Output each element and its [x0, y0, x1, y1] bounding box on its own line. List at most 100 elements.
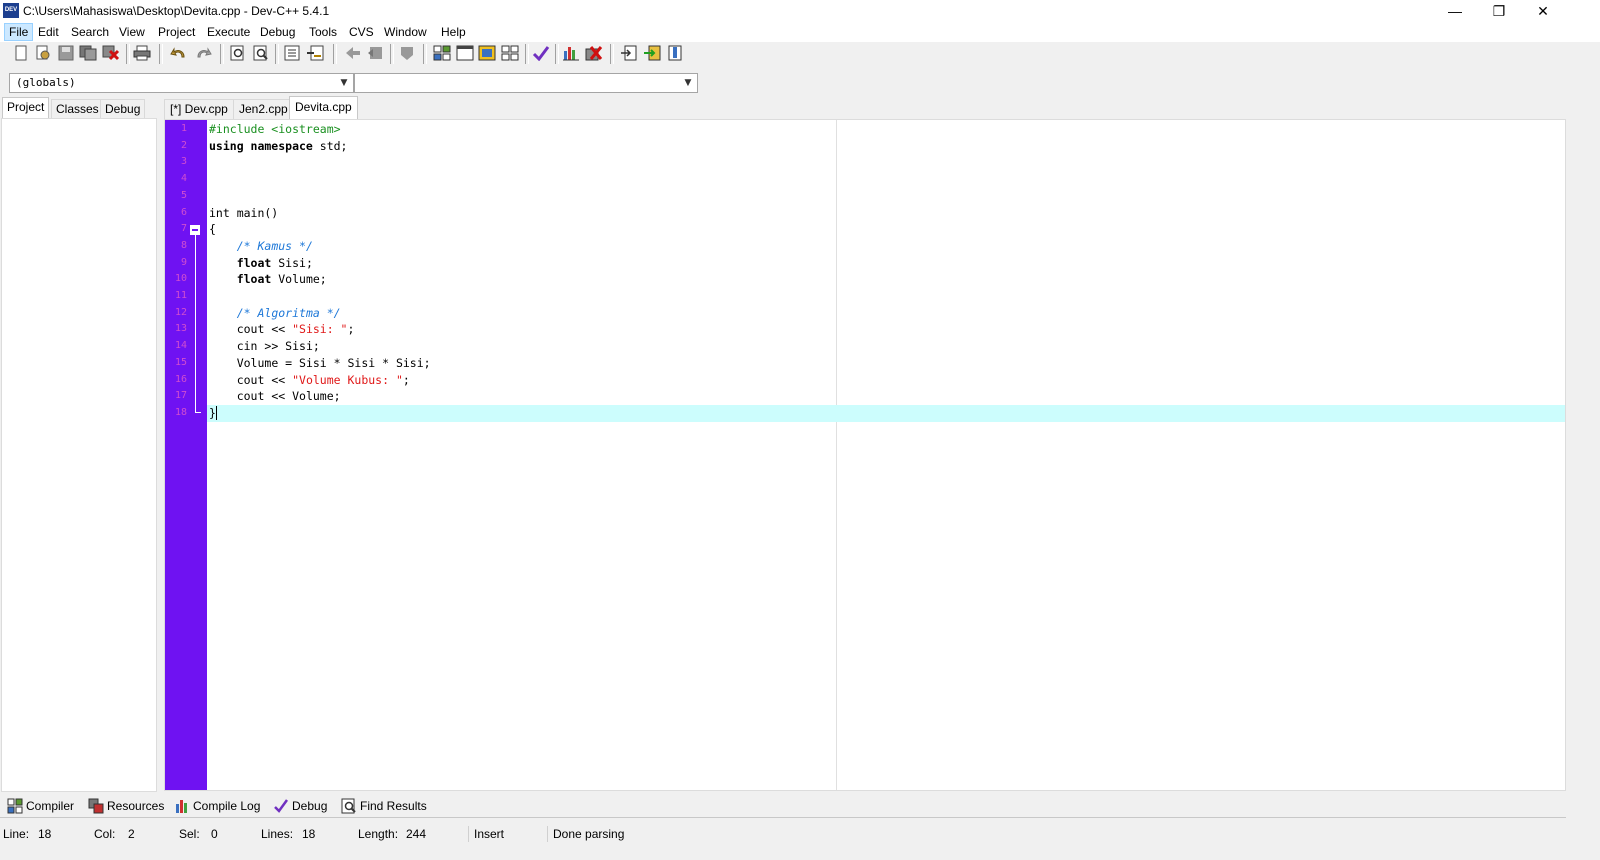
tab-compiler[interactable]: Compiler	[4, 795, 80, 817]
tab-devita-cpp[interactable]: Devita.cpp	[289, 96, 358, 119]
goto-icon[interactable]	[620, 45, 638, 61]
classes-icon[interactable]	[501, 45, 519, 61]
menu-project[interactable]: Project	[154, 24, 199, 40]
indent-icon[interactable]	[283, 45, 301, 61]
status-line-value: 18	[38, 827, 52, 841]
tab-project[interactable]: Project	[2, 97, 50, 119]
code-text: Sisi;	[271, 255, 313, 270]
menu-execute[interactable]: Execute	[203, 24, 254, 40]
grid-icon	[7, 798, 23, 814]
line-number: 1	[180, 123, 187, 134]
unindent-icon[interactable]	[306, 45, 324, 61]
print-icon[interactable]	[133, 45, 151, 61]
dev-cpp-app-icon: DEV	[3, 3, 19, 18]
tab-dev-cpp[interactable]: [*] Dev.cpp	[164, 99, 234, 119]
toolbar-separator	[220, 44, 224, 64]
code-text: cin >> Sisi;	[236, 339, 320, 354]
text-caret	[215, 406, 217, 421]
menu-file[interactable]: File	[4, 23, 34, 41]
replace-icon[interactable]	[252, 45, 270, 61]
menu-view[interactable]: View	[115, 24, 149, 40]
import-icon[interactable]	[643, 45, 661, 61]
close-window-button[interactable]: ✕	[1520, 0, 1566, 22]
status-col-label: Col:	[94, 827, 116, 841]
fold-line	[195, 235, 196, 412]
toolbar-separator	[390, 44, 394, 64]
code-editor[interactable]: 1 2 3 4 5 6 7 8 9 10 11 12 13 14 15 16 1…	[164, 119, 1566, 791]
new-project-icon[interactable]	[433, 45, 451, 61]
status-length-label: Length:	[358, 827, 399, 841]
open-icon[interactable]	[34, 45, 52, 61]
find-icon[interactable]	[229, 45, 247, 61]
status-mode: Insert	[474, 827, 505, 841]
tab-compile-log[interactable]: Compile Log	[171, 795, 266, 817]
redo-icon[interactable]	[194, 45, 212, 61]
chevron-down-icon[interactable]: ▼	[338, 74, 350, 92]
tab-classes[interactable]: Classes	[51, 99, 104, 118]
code-text: std;	[312, 138, 348, 153]
code-line: cout << "Volume Kubus: ";	[209, 372, 410, 389]
toolbar-separator	[126, 44, 130, 64]
tab-debug[interactable]: Debug	[100, 99, 146, 118]
menu-window[interactable]: Window	[380, 24, 431, 40]
undo-icon[interactable]	[170, 45, 188, 61]
chevron-down-icon[interactable]: ▼	[682, 74, 694, 92]
preprocessor-directive: #include <iostream>	[209, 122, 341, 136]
tab-jen2-cpp[interactable]: Jen2.cpp	[233, 99, 294, 119]
code-line: }	[209, 405, 217, 422]
tab-resources[interactable]: Resources	[85, 795, 170, 817]
toggle-icon	[401, 47, 413, 60]
main-toolbar	[0, 42, 1600, 68]
save-all-icon[interactable]	[79, 45, 97, 61]
line-number: 3	[180, 156, 187, 168]
line-number: 14	[174, 340, 187, 352]
menu-search[interactable]: Search	[67, 24, 113, 40]
code-text: Volume = Sisi * Sisi * Sisi;	[236, 355, 431, 370]
tab-debug-output-label: Debug	[292, 799, 328, 813]
code-text: }	[209, 405, 216, 420]
function-combo[interactable]: ▼	[354, 73, 698, 93]
code-text: cout <<	[236, 372, 293, 387]
code-line: cin >> Sisi;	[209, 338, 320, 355]
menu-cvs[interactable]: CVS	[345, 24, 378, 40]
minimize-button[interactable]: —	[1432, 0, 1478, 22]
check-icon	[274, 799, 289, 813]
find-icon	[341, 798, 356, 814]
bookmark-icon[interactable]	[666, 45, 684, 61]
window-icon[interactable]	[456, 45, 474, 61]
close-file-icon[interactable]	[102, 45, 120, 61]
menu-debug[interactable]: Debug	[256, 24, 299, 40]
back-icon	[346, 47, 360, 59]
code-text: int main()	[209, 205, 279, 220]
delete-icon[interactable]	[585, 45, 603, 61]
code-line: using namespace std;	[209, 138, 347, 155]
bottom-panel-splitter[interactable]	[0, 817, 1566, 823]
line-number: 15	[174, 356, 187, 368]
code-line: #include <iostream>	[209, 121, 341, 138]
menu-edit[interactable]: Edit	[34, 24, 63, 40]
menu-help[interactable]: Help	[437, 24, 470, 40]
insert-icon[interactable]	[478, 45, 496, 61]
code-line: int main()	[209, 205, 278, 222]
project-panel	[1, 118, 157, 792]
chart-icon[interactable]	[562, 45, 580, 61]
check-icon[interactable]	[532, 45, 550, 61]
menu-bar: File Edit Search View Project Execute De…	[0, 22, 1600, 42]
toolbar-separator	[525, 44, 529, 64]
save-icon[interactable]	[57, 45, 75, 61]
tab-debug-output[interactable]: Debug	[270, 795, 333, 817]
restore-button[interactable]: ❐	[1476, 0, 1522, 22]
scope-combo[interactable]: (globals) ▼	[9, 73, 354, 93]
toolbar-separator	[333, 44, 337, 64]
toolbar-separator	[159, 44, 163, 64]
string-literal: "Volume Kubus: "	[292, 372, 403, 387]
chart-icon	[176, 800, 187, 813]
tab-find-results[interactable]: Find Results	[338, 795, 433, 817]
status-message: Done parsing	[553, 827, 625, 841]
menu-tools[interactable]: Tools	[305, 24, 341, 40]
comment: /* Kamus */	[236, 238, 313, 253]
new-file-icon[interactable]	[12, 45, 30, 61]
code-line: float Sisi;	[209, 255, 313, 272]
fold-collapse-icon[interactable]	[190, 225, 200, 235]
status-sel-value: 0	[211, 827, 218, 841]
